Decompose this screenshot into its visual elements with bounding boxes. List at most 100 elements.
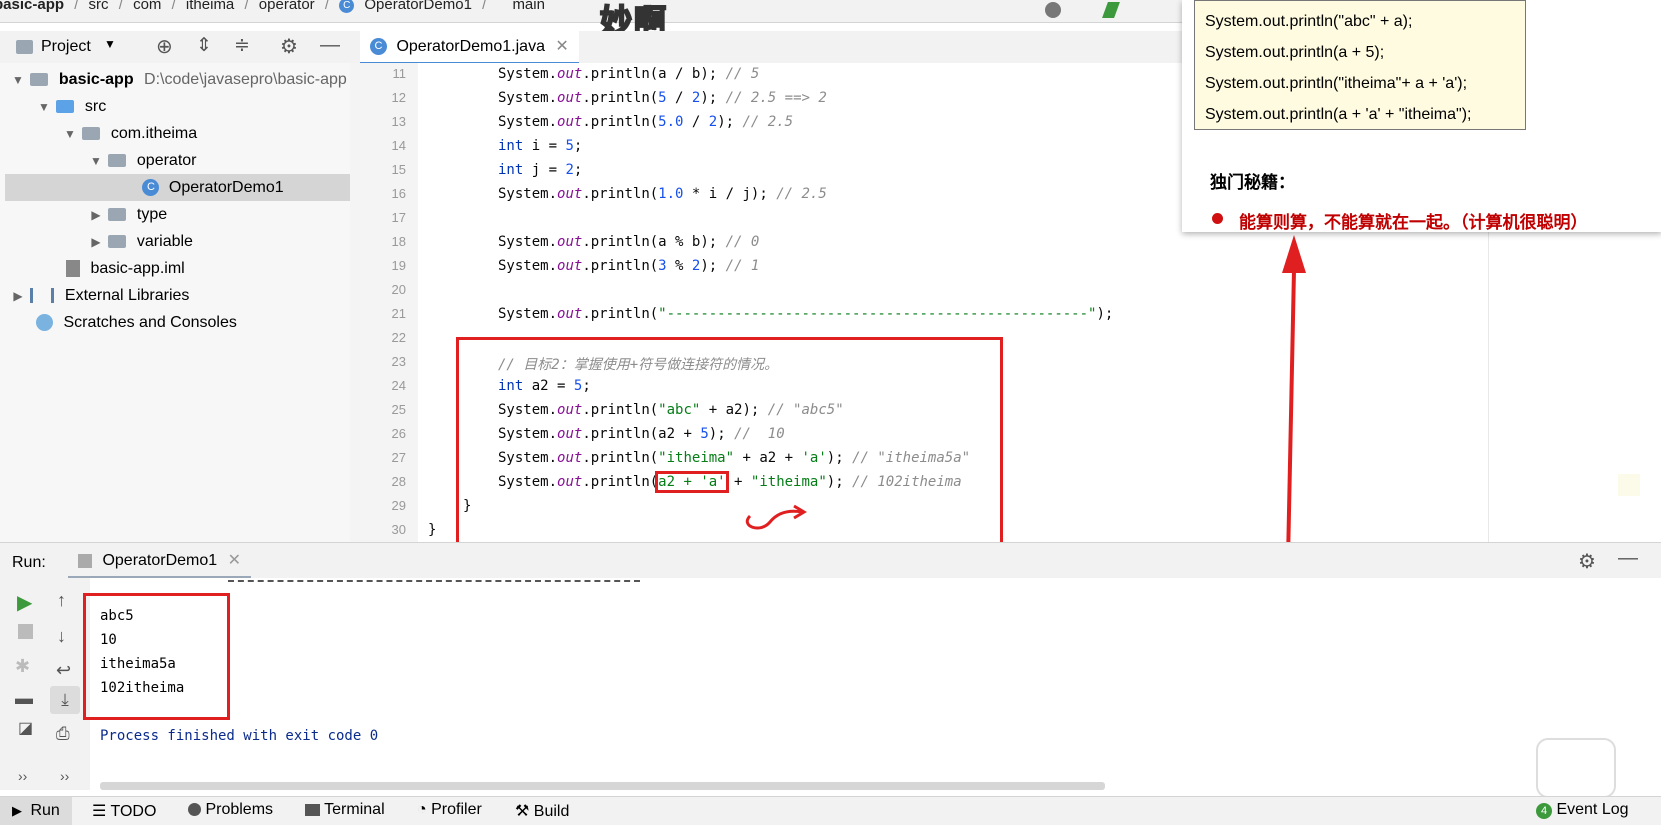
- tip-popup: System.out.println("abc" + a); System.ou…: [1182, 0, 1661, 232]
- separator: /: [118, 0, 123, 13]
- breadcrumb-src[interactable]: src: [89, 0, 109, 13]
- tree-item-operator[interactable]: ▼ operator: [88, 147, 196, 175]
- rerun-icon[interactable]: ▶: [17, 590, 32, 615]
- bottom-tab-build[interactable]: ⚒ Build: [515, 801, 569, 821]
- collapse-all-icon[interactable]: ≑: [234, 34, 250, 57]
- tab-operatordemo1[interactable]: C OperatorDemo1.java ✕: [360, 31, 579, 65]
- expand-more-icon[interactable]: ››: [18, 768, 27, 784]
- build-hammer-icon[interactable]: [1102, 2, 1120, 18]
- line-number: 29: [391, 498, 406, 513]
- arrow-up-icon[interactable]: ↑: [57, 590, 66, 611]
- pin-icon[interactable]: ◪: [18, 718, 33, 738]
- line-number: 15: [391, 162, 406, 177]
- bottom-tab-label: Run: [30, 802, 60, 819]
- line-number: 14: [391, 138, 406, 153]
- bottom-tab-label: Profiler: [431, 801, 482, 818]
- bottom-tab-todo[interactable]: ☰ TODO: [92, 801, 156, 821]
- tree-item-basic-app[interactable]: ▼ basic-app D:\code\javasepro\basic-app: [10, 66, 347, 93]
- gear-icon[interactable]: ⚙: [1578, 549, 1596, 574]
- chevron-right-icon[interactable]: ▶: [88, 202, 104, 229]
- stop-icon[interactable]: [18, 624, 33, 639]
- breadcrumb-com[interactable]: com: [133, 0, 161, 13]
- arrow-down-icon[interactable]: ↓: [57, 626, 66, 647]
- line-number: 18: [391, 234, 406, 249]
- print-icon[interactable]: ⎙: [56, 724, 70, 744]
- chevron-right-icon[interactable]: ▶: [10, 283, 26, 310]
- tree-item-label: basic-app.iml: [90, 260, 185, 277]
- event-count-badge: 4: [1536, 803, 1552, 819]
- popup-code-box: System.out.println("abc" + a); System.ou…: [1194, 0, 1526, 130]
- chevron-down-icon[interactable]: ▼: [10, 67, 26, 94]
- code-line-11: System.out.println(a / b); // 5: [498, 66, 760, 82]
- folder-icon: [16, 40, 33, 54]
- locate-icon[interactable]: ⊕: [156, 34, 173, 59]
- library-icon: [30, 288, 55, 304]
- popup-code-line: System.out.println("itheima"+ a + 'a');: [1205, 75, 1468, 92]
- soft-wrap-icon[interactable]: ↩: [56, 660, 71, 681]
- close-icon[interactable]: ✕: [555, 38, 568, 55]
- line-number: 26: [391, 426, 406, 441]
- scroll-to-end-icon[interactable]: ⤓: [50, 686, 80, 714]
- breadcrumb-operator[interactable]: operator: [259, 0, 315, 13]
- problems-icon: [188, 803, 201, 817]
- profiler-icon: ◔: [417, 801, 427, 818]
- bottom-tab-run[interactable]: ▶ Run: [0, 797, 72, 825]
- tree-item-package[interactable]: ▼ com.itheima: [62, 120, 197, 147]
- annotation-arrow-up: [1282, 235, 1306, 561]
- breadcrumb-project[interactable]: basic-app: [0, 0, 64, 13]
- run-panel-header: Run: OperatorDemo1 ✕ ⚙ —: [0, 542, 1661, 579]
- line-number: 12: [391, 90, 406, 105]
- code-line-14: int i = 5;: [498, 138, 583, 154]
- run-tab[interactable]: OperatorDemo1 ✕: [68, 543, 252, 579]
- package-icon: [108, 154, 127, 168]
- tree-item-external-libraries[interactable]: ▶ External Libraries: [10, 282, 189, 309]
- class-icon: C: [142, 179, 160, 197]
- tree-item-label: com.itheima: [110, 125, 198, 142]
- annotation-box-output: [83, 593, 230, 720]
- expand-more-icon[interactable]: ››: [60, 768, 69, 784]
- project-tree: ▼ basic-app D:\code\javasepro\basic-app …: [0, 63, 350, 543]
- chevron-down-icon[interactable]: ▼: [88, 148, 104, 175]
- minimize-icon[interactable]: —: [1618, 547, 1638, 570]
- expand-all-icon[interactable]: ⇕: [196, 34, 212, 57]
- console-finish-line: Process finished with exit code 0: [100, 728, 379, 744]
- play-logo-icon: [1536, 738, 1616, 798]
- tree-item-label: Scratches and Consoles: [63, 314, 237, 331]
- tree-item-src[interactable]: ▼ src: [36, 93, 106, 120]
- breadcrumb-itheima[interactable]: itheima: [186, 0, 234, 13]
- annotation-squiggle-arrow: [746, 504, 807, 530]
- line-number: 11: [392, 66, 407, 81]
- separator: /: [482, 0, 487, 13]
- gear-icon[interactable]: ⚙: [280, 34, 298, 59]
- chevron-down-icon[interactable]: ▼: [36, 94, 52, 121]
- bottom-tab-problems[interactable]: Problems: [188, 801, 273, 819]
- console-output[interactable]: abc5 10 itheima5a 102itheima Process fin…: [90, 578, 1661, 790]
- code-line-12: System.out.println(5 / 2); // 2.5 ==> 2: [498, 90, 827, 106]
- layout-icon[interactable]: ▬: [15, 688, 33, 709]
- chevron-down-icon[interactable]: ▼: [104, 37, 116, 51]
- breadcrumb-method[interactable]: main: [512, 0, 545, 13]
- tree-item-operatordemo1[interactable]: C OperatorDemo1: [5, 174, 350, 201]
- debug-icon[interactable]: ✱: [15, 656, 30, 677]
- breadcrumb-class[interactable]: OperatorDemo1: [364, 0, 472, 13]
- project-title[interactable]: Project: [41, 38, 91, 56]
- user-icon[interactable]: [1045, 2, 1061, 18]
- tree-item-type[interactable]: ▶ type: [88, 201, 167, 228]
- tree-item-iml[interactable]: basic-app.iml: [66, 255, 185, 282]
- tree-item-variable[interactable]: ▶ variable: [88, 228, 193, 255]
- bottom-tab-profiler[interactable]: ◔ Profiler: [417, 801, 482, 819]
- event-log-label: Event Log: [1556, 801, 1629, 818]
- bottom-tab-terminal[interactable]: Terminal: [305, 801, 385, 819]
- tree-item-scratches[interactable]: Scratches and Consoles: [36, 309, 237, 336]
- chevron-down-icon[interactable]: ▼: [62, 121, 78, 148]
- horizontal-scrollbar[interactable]: [100, 782, 1105, 790]
- package-icon: [108, 208, 127, 222]
- close-icon[interactable]: ✕: [228, 552, 241, 569]
- run-tab-label: OperatorDemo1: [102, 552, 218, 569]
- run-toolbar: ▶ ✱ ▬ ◪ ›› ↑ ↓ ↩ ⤓ ⎙ ››: [0, 578, 90, 790]
- minimize-icon[interactable]: —: [320, 34, 340, 57]
- tool-window-bar: ▶ Run ☰ TODO Problems Terminal ◔ Profile…: [0, 796, 1661, 825]
- event-log-button[interactable]: 4 Event Log: [1536, 801, 1629, 819]
- chevron-right-icon[interactable]: ▶: [88, 229, 104, 256]
- popup-code-line: System.out.println(a + 'a' + "itheima");: [1205, 106, 1472, 123]
